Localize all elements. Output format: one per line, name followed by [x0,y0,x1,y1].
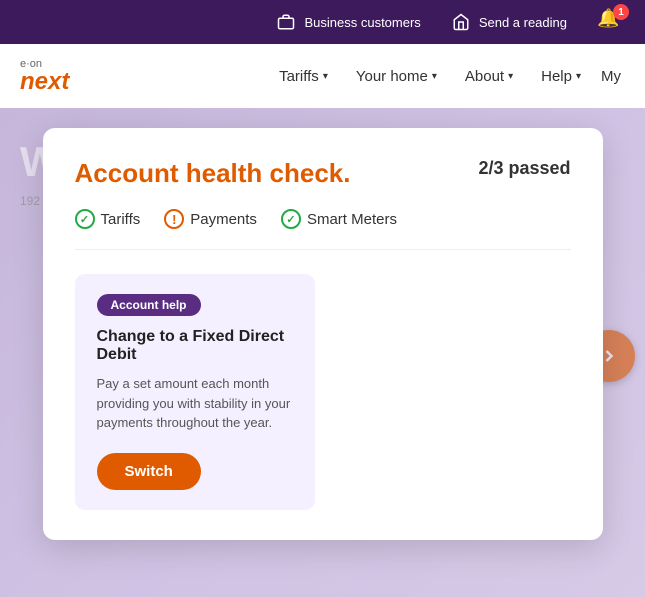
nav-tariffs-label: Tariffs [279,68,319,85]
your-home-chevron-icon: ▾ [432,71,437,82]
nav-your-home[interactable]: Your home ▾ [344,60,449,93]
notification-count: 1 [613,4,629,20]
account-help-info-card: Account help Change to a Fixed Direct De… [75,274,315,510]
nav-about-label: About [465,68,504,85]
nav-help[interactable]: Help ▾ [529,60,593,93]
info-card-description: Pay a set amount each month providing yo… [97,374,293,433]
payments-status-label: Payments [190,211,257,228]
status-tariffs: ✓ Tariffs [75,209,141,229]
health-check-status-row: ✓ Tariffs ! Payments ✓ Smart Meters [75,209,571,250]
business-customers-label: Business customers [304,15,420,30]
modal-overlay: Account health check. 2/3 passed ✓ Tarif… [0,108,645,597]
account-health-check-modal: Account health check. 2/3 passed ✓ Tarif… [43,128,603,540]
meter-icon [451,12,471,32]
info-card-title: Change to a Fixed Direct Debit [97,328,293,364]
nav-items-list: Tariffs ▾ Your home ▾ About ▾ Help ▾ My [267,60,625,93]
briefcase-icon [276,12,296,32]
nav-help-label: Help [541,68,572,85]
tariffs-check-icon: ✓ [75,209,95,229]
send-reading-label: Send a reading [479,15,567,30]
about-chevron-icon: ▾ [508,71,513,82]
nav-my-account[interactable]: My [597,60,625,93]
tariffs-chevron-icon: ▾ [323,71,328,82]
logo-next-text: next [20,70,69,94]
nav-about[interactable]: About ▾ [453,60,525,93]
modal-score: 2/3 passed [478,158,570,179]
business-customers-link[interactable]: Business customers [276,12,420,32]
smart-meters-status-label: Smart Meters [307,211,397,228]
modal-title: Account health check. [75,158,351,189]
help-chevron-icon: ▾ [576,71,581,82]
status-payments: ! Payments [164,209,257,229]
modal-header: Account health check. 2/3 passed [75,158,571,189]
nav-your-home-label: Your home [356,68,428,85]
tariffs-status-label: Tariffs [101,211,141,228]
send-reading-link[interactable]: Send a reading [451,12,567,32]
status-smart-meters: ✓ Smart Meters [281,209,397,229]
notification-bell[interactable]: 🔔 1 [597,8,625,36]
info-card-badge: Account help [97,294,201,316]
nav-tariffs[interactable]: Tariffs ▾ [267,60,340,93]
eon-next-logo[interactable]: e·on next [20,59,69,94]
top-utility-bar: Business customers Send a reading 🔔 1 [0,0,645,44]
switch-button[interactable]: Switch [97,453,201,490]
smart-meters-check-icon: ✓ [281,209,301,229]
payments-warn-icon: ! [164,209,184,229]
nav-my-label: My [601,68,621,85]
navigation-bar: e·on next Tariffs ▾ Your home ▾ About ▾ … [0,44,645,108]
